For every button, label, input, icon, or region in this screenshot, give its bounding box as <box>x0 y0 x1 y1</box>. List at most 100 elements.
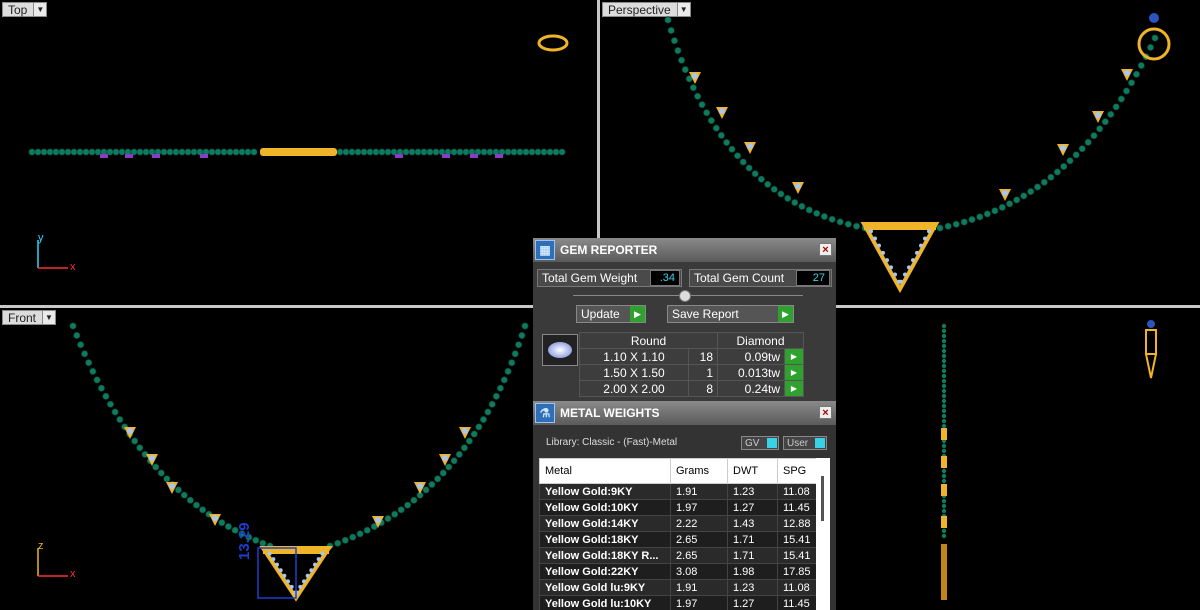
gem-count: 1 <box>688 364 718 381</box>
chain-bead <box>184 148 192 156</box>
dwt-value: 1.71 <box>727 547 778 564</box>
chain-bead <box>757 175 765 183</box>
chain-bead <box>674 47 682 55</box>
gem-row: 2.00 X 2.00 8 0.24tw ▶ <box>579 380 804 397</box>
gem-row-go-button[interactable]: ▶ <box>784 364 804 381</box>
metal-name: Yellow Gold:22KY <box>539 563 671 580</box>
chain-bead <box>250 148 258 156</box>
chain-bead <box>941 363 947 369</box>
chain-bead <box>1047 173 1055 181</box>
chain-bead <box>131 437 139 445</box>
pendant-stone <box>282 573 287 578</box>
play-icon: ▶ <box>630 306 645 322</box>
chain-bead <box>40 148 48 156</box>
table-row[interactable]: Yellow Gold:10KY 1.97 1.27 11.45 <box>539 499 830 516</box>
chain-bead <box>528 148 536 156</box>
chain-bead <box>508 359 516 367</box>
chain-bead <box>968 216 976 224</box>
chain-bead <box>941 478 947 484</box>
gem-stone <box>127 428 133 434</box>
metal-weights-header[interactable]: ⚗ METAL WEIGHTS × <box>533 401 836 425</box>
gem-row-go-button[interactable]: ▶ <box>784 348 804 365</box>
pendant-stone <box>286 579 290 584</box>
chain-bead <box>455 450 463 458</box>
charm-side <box>941 484 947 496</box>
chain-bead <box>998 203 1006 211</box>
table-row[interactable]: Yellow Gold:18KY 2.65 1.71 15.41 <box>539 531 830 548</box>
col-header-dwt[interactable]: DWT <box>727 458 778 484</box>
chain-bead <box>422 486 430 494</box>
save-report-button[interactable]: Save Report ▶ <box>667 305 794 323</box>
grams-value: 2.65 <box>670 531 728 548</box>
chain-bead <box>470 430 478 438</box>
gem-stone <box>169 483 175 489</box>
gem-stone <box>212 515 218 521</box>
table-row[interactable]: Yellow Gold lu:10KY 1.97 1.27 11.45 <box>539 595 830 610</box>
close-icon[interactable]: × <box>819 406 832 419</box>
gem-stone <box>417 483 423 489</box>
chain-bead <box>1101 118 1109 126</box>
chain-bead <box>342 148 350 156</box>
scrollbar-thumb[interactable] <box>821 476 824 521</box>
gem-stone <box>1124 70 1130 76</box>
gem-shape-header: Round <box>579 332 718 349</box>
table-row[interactable]: Yellow Gold:22KY 3.08 1.98 17.85 <box>539 563 830 580</box>
chain-bead <box>384 148 392 156</box>
chain-bead <box>1137 62 1145 70</box>
chain-bead <box>941 468 947 474</box>
chain-bead <box>751 170 759 178</box>
chain-bead <box>160 148 168 156</box>
table-row[interactable]: Yellow Gold:14KY 2.22 1.43 12.88 <box>539 515 830 532</box>
table-row[interactable]: Yellow Gold lu:9KY 1.91 1.23 11.08 <box>539 579 830 596</box>
chain-bead <box>360 148 368 156</box>
chain-bead <box>534 148 542 156</box>
chain-bead <box>450 457 458 465</box>
close-icon[interactable]: × <box>819 243 832 256</box>
chain-bead <box>941 508 947 514</box>
ring-stone <box>1149 13 1159 23</box>
chain-bead <box>465 437 473 445</box>
gem-reporter-panel: ▦ GEM REPORTER × Total Gem Weight .34 To… <box>533 238 836 402</box>
chain-bead <box>88 148 96 156</box>
chain-bead <box>941 353 947 359</box>
dimension-label: 13.29 <box>236 522 253 560</box>
gem-reporter-header[interactable]: ▦ GEM REPORTER × <box>533 238 836 262</box>
gv-toggle[interactable]: GV <box>741 436 779 450</box>
chain-bead <box>479 416 487 424</box>
gem-stone <box>149 455 155 461</box>
chain-bead <box>941 343 947 349</box>
gem-row-go-button[interactable]: ▶ <box>784 380 804 397</box>
chain-bead <box>58 148 66 156</box>
top-viewport[interactable]: Top ▼ y x <box>0 0 597 305</box>
chain-bead <box>432 148 440 156</box>
chain-bead <box>450 148 458 156</box>
gem-weight: 0.013tw <box>717 364 785 381</box>
chain-bead <box>546 148 554 156</box>
chain-bead <box>1151 34 1159 42</box>
toggle-knob <box>767 438 777 448</box>
pendant-stone <box>302 579 306 584</box>
collapse-knob-icon[interactable] <box>679 290 691 302</box>
chain-bead <box>511 350 519 358</box>
col-header-metal[interactable]: Metal <box>539 458 671 484</box>
gem-weight: 0.09tw <box>717 348 785 365</box>
chain-bead <box>384 515 392 523</box>
chain-bead <box>76 148 84 156</box>
chain-bead <box>1060 163 1068 171</box>
dwt-value: 1.43 <box>727 515 778 532</box>
chain-bead <box>1006 200 1014 208</box>
table-row[interactable]: Yellow Gold:18KY R... 2.65 1.71 15.41 <box>539 547 830 564</box>
pendant-bar <box>260 148 337 156</box>
chain-bead <box>238 148 246 156</box>
chain-bead <box>363 526 371 534</box>
user-toggle[interactable]: User <box>783 436 827 450</box>
scrollbar[interactable] <box>816 458 830 610</box>
front-viewport[interactable]: Front ▼ z x 13.29 <box>0 308 597 610</box>
table-row[interactable]: Yellow Gold:9KY 1.91 1.23 11.08 <box>539 483 830 500</box>
gem-stone <box>747 143 753 149</box>
update-button[interactable]: Update ▶ <box>576 305 646 323</box>
chain-bead <box>28 148 36 156</box>
chain-bead <box>34 148 42 156</box>
col-header-grams[interactable]: Grams <box>670 458 728 484</box>
chain-bead <box>707 117 715 125</box>
